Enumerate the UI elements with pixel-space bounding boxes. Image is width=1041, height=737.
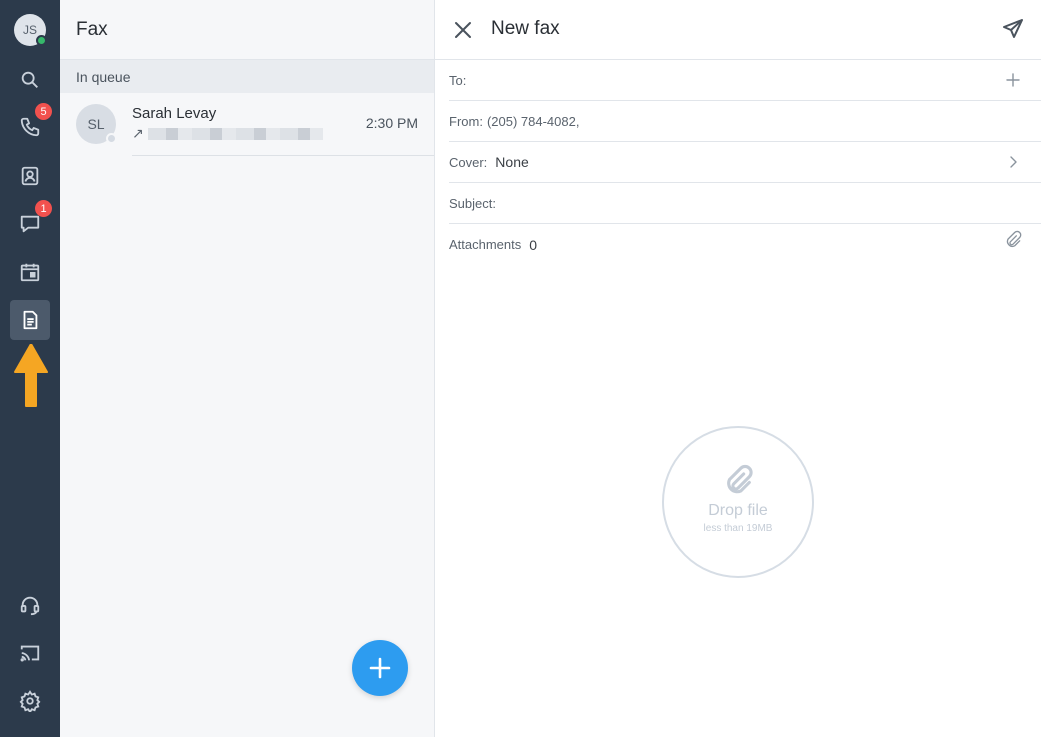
paperclip-icon	[727, 465, 753, 494]
calendar-button[interactable]	[10, 252, 50, 292]
subject-field[interactable]: Subject:	[449, 183, 1041, 224]
cover-label: Cover:	[449, 154, 488, 170]
redacted-number	[147, 127, 323, 140]
gear-icon	[19, 690, 41, 712]
new-fax-button[interactable]	[352, 640, 408, 696]
cover-field[interactable]: Cover: None	[449, 142, 1041, 183]
sidebar: JS 5 1	[0, 0, 60, 737]
messages-button[interactable]: 1	[10, 200, 52, 244]
form-title: New fax	[491, 18, 560, 39]
plus-icon	[369, 657, 391, 679]
user-initials: JS	[22, 23, 37, 37]
search-button[interactable]	[10, 60, 50, 100]
contacts-icon	[21, 166, 39, 186]
chevron-right-icon	[1010, 156, 1017, 168]
user-avatar[interactable]: JS	[14, 14, 47, 46]
from-value: (205) 784-4082,	[486, 113, 580, 129]
contact-status-dot	[106, 133, 117, 144]
search-icon	[21, 71, 38, 88]
cover-value: None	[495, 154, 529, 170]
fax-list-pane: Fax In queue SL Sarah Levay ↗ 2:30 PM	[60, 0, 435, 737]
subject-label: Subject:	[449, 195, 496, 211]
close-icon[interactable]	[451, 18, 475, 42]
contacts-button[interactable]	[10, 156, 50, 196]
from-label: From:	[449, 113, 483, 129]
fax-icon	[23, 310, 38, 330]
contact-subline: ↗	[132, 125, 323, 142]
chat-icon	[20, 215, 40, 233]
calendar-icon	[20, 263, 40, 282]
drop-file-zone[interactable]: Drop file less than 19MB	[662, 426, 814, 578]
cast-button[interactable]	[10, 633, 50, 673]
from-field[interactable]: From: (205) 784-4082,	[449, 101, 1041, 142]
new-fax-form: New fax To: From: (205) 784-4082, Cover:…	[435, 0, 1041, 737]
fax-button[interactable]	[10, 300, 50, 340]
to-field[interactable]: To:	[449, 60, 1041, 101]
attachments-count: 0	[529, 236, 538, 253]
add-recipient-icon[interactable]	[1003, 70, 1023, 90]
settings-button[interactable]	[10, 681, 50, 721]
item-time: 2:30 PM	[365, 115, 418, 131]
online-status-dot	[36, 35, 47, 46]
paperclip-icon[interactable]	[1003, 230, 1023, 250]
support-button[interactable]	[10, 585, 50, 625]
calls-badge: 5	[35, 103, 52, 120]
headset-icon	[20, 596, 40, 616]
attachments-label: Attachments	[449, 237, 522, 252]
outgoing-arrow-icon: ↗	[132, 125, 144, 141]
divider	[132, 155, 434, 156]
send-icon[interactable]	[1001, 17, 1025, 41]
phone-icon	[20, 117, 40, 137]
list-item[interactable]: SL Sarah Levay ↗ 2:30 PM	[60, 93, 434, 156]
attachments-row: Attachments 0	[449, 224, 1041, 265]
contact-avatar: SL	[76, 104, 117, 144]
cast-icon	[20, 645, 40, 662]
list-title: Fax	[60, 0, 434, 60]
to-label: To:	[449, 72, 467, 88]
messages-badge: 1	[35, 200, 52, 217]
highlight-arrow-icon	[14, 344, 48, 407]
contact-initials: SL	[87, 116, 105, 132]
calls-button[interactable]: 5	[10, 103, 52, 147]
drop-file-hint: less than 19MB	[703, 523, 773, 534]
form-header: New fax	[435, 0, 1041, 60]
contact-name: Sarah Levay	[132, 105, 217, 122]
section-label-in-queue: In queue	[60, 60, 434, 93]
drop-file-title: Drop file	[708, 502, 768, 519]
